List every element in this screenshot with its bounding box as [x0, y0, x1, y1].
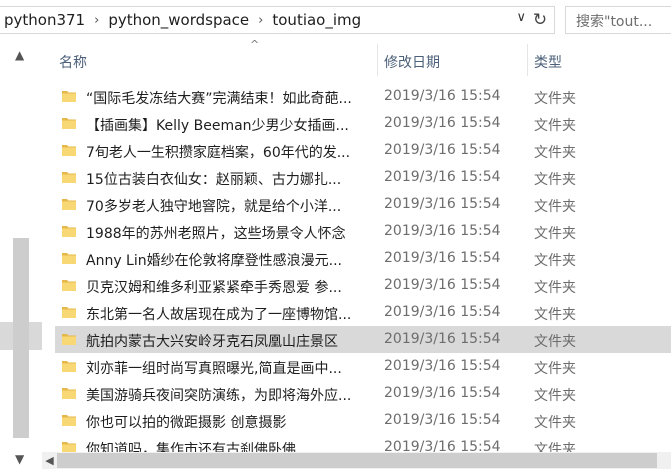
file-type: 文件夹	[534, 415, 576, 431]
folder-icon	[62, 413, 76, 427]
file-row[interactable]: 你也可以拍的微距摄影 创意摄影 2019/3/16 15:54 文件夹	[55, 407, 671, 434]
file-name[interactable]: Anny Lin婚纱在伦敦将摩登性感浪漫元...	[86, 250, 376, 270]
file-modified-date: 2019/3/16 15:54	[384, 439, 501, 453]
file-type: 文件夹	[534, 280, 576, 296]
column-header-type[interactable]: 类型	[534, 52, 562, 72]
file-name[interactable]: 你知道吗，集作市还有古刹佛卧佛	[86, 439, 376, 453]
column-header-date[interactable]: 修改日期	[384, 52, 440, 72]
file-name[interactable]: 1988年的苏州老照片，这些场景令人怀念	[86, 223, 376, 243]
horizontal-scrollbar[interactable]: ◀	[42, 452, 671, 469]
file-modified-date: 2019/3/16 15:54	[384, 277, 501, 293]
file-modified-date: 2019/3/16 15:54	[384, 223, 501, 239]
breadcrumb[interactable]: python371 › python_wordspace › toutiao_i…	[0, 6, 555, 34]
file-modified-date: 2019/3/16 15:54	[384, 250, 501, 266]
folder-icon	[62, 224, 76, 238]
scrollbar-thumb[interactable]	[57, 453, 657, 468]
file-type: 文件夹	[534, 91, 576, 107]
file-name[interactable]: 刘亦菲一组时尚写真照曝光,简直是画中...	[86, 358, 376, 378]
column-header-name[interactable]: 名称	[59, 52, 87, 72]
file-name[interactable]: 航拍内蒙古大兴安岭牙克石凤凰山庄景区	[86, 331, 376, 351]
file-row[interactable]: 美国游骑兵夜间突防演练，为即将海外应... 2019/3/16 15:54 文件夹	[55, 380, 671, 407]
scroll-down-icon[interactable]: ▼	[15, 452, 24, 466]
file-name[interactable]: 【插画集】Kelly Beeman少男少女插画...	[86, 115, 376, 135]
sort-ascending-icon: ^	[250, 38, 260, 51]
file-modified-date: 2019/3/16 15:54	[384, 304, 501, 320]
file-modified-date: 2019/3/16 15:54	[384, 196, 501, 212]
column-divider[interactable]	[527, 44, 528, 76]
column-divider[interactable]	[377, 44, 378, 76]
file-name[interactable]: 美国游骑兵夜间突防演练，为即将海外应...	[86, 385, 376, 405]
file-modified-date: 2019/3/16 15:54	[384, 385, 501, 401]
file-name[interactable]: 东北第一名人故居现在成为了一座博物馆...	[86, 304, 376, 324]
folder-icon	[62, 116, 76, 130]
file-type: 文件夹	[534, 307, 576, 323]
file-type: 文件夹	[534, 334, 576, 350]
folder-icon	[62, 386, 76, 400]
file-row[interactable]: 东北第一名人故居现在成为了一座博物馆... 2019/3/16 15:54 文件夹	[55, 299, 671, 326]
file-modified-date: 2019/3/16 15:54	[384, 358, 501, 374]
file-name[interactable]: 7旬老人一生积攒家庭档案，60年代的发...	[86, 142, 376, 162]
file-type: 文件夹	[534, 442, 576, 453]
file-row[interactable]: Anny Lin婚纱在伦敦将摩登性感浪漫元... 2019/3/16 15:54 文…	[55, 245, 671, 272]
file-type: 文件夹	[534, 199, 576, 215]
folder-icon	[62, 359, 76, 373]
file-type: 文件夹	[534, 145, 576, 161]
file-row[interactable]: 刘亦菲一组时尚写真照曝光,简直是画中... 2019/3/16 15:54 文件夹	[55, 353, 671, 380]
breadcrumb-python371[interactable]: python371	[0, 11, 89, 29]
address-bar: python371 › python_wordspace › toutiao_i…	[0, 0, 671, 40]
folder-icon	[62, 89, 76, 103]
breadcrumb-separator-icon[interactable]: ›	[253, 13, 268, 28]
file-type: 文件夹	[534, 388, 576, 404]
breadcrumb-separator-icon[interactable]: ›	[89, 13, 104, 28]
file-row[interactable]: 【插画集】Kelly Beeman少男少女插画... 2019/3/16 15:5…	[55, 110, 671, 137]
scrollbar-thumb[interactable]	[13, 238, 29, 438]
folder-icon	[62, 278, 76, 292]
file-row[interactable]: 15位古装白衣仙女：赵丽颖、古力娜扎... 2019/3/16 15:54 文件夹	[55, 164, 671, 191]
scroll-left-icon[interactable]: ◀	[42, 452, 57, 469]
file-name[interactable]: 15位古装白衣仙女：赵丽颖、古力娜扎...	[86, 169, 376, 189]
folder-icon	[62, 170, 76, 184]
breadcrumb-toutiao-img[interactable]: toutiao_img	[268, 11, 365, 29]
folder-icon	[62, 332, 76, 346]
file-modified-date: 2019/3/16 15:54	[384, 142, 501, 158]
breadcrumb-python-wordspace[interactable]: python_wordspace	[104, 11, 253, 29]
file-type: 文件夹	[534, 253, 576, 269]
navigation-scrollbar[interactable]: ▲ ▼	[11, 48, 31, 468]
file-name[interactable]: 70多岁老人独守地窨院，就是给个小洋...	[86, 196, 376, 216]
file-modified-date: 2019/3/16 15:54	[384, 331, 501, 347]
file-row[interactable]: “国际毛发冻结大赛”完满结束！如此奇葩... 2019/3/16 15:54 文件夹	[55, 83, 671, 110]
file-modified-date: 2019/3/16 15:54	[384, 115, 501, 131]
file-row[interactable]: 70多岁老人独守地窨院，就是给个小洋... 2019/3/16 15:54 文件夹	[55, 191, 671, 218]
file-type: 文件夹	[534, 172, 576, 188]
scroll-up-icon[interactable]: ▲	[15, 48, 24, 62]
search-input[interactable]: 搜索"tout...	[565, 6, 671, 34]
file-name[interactable]: “国际毛发冻结大赛”完满结束！如此奇葩...	[86, 88, 376, 108]
file-row[interactable]: 1988年的苏州老照片，这些场景令人怀念 2019/3/16 15:54 文件夹	[55, 218, 671, 245]
navigation-pane[interactable]: ▲ ▼	[0, 40, 42, 475]
folder-icon	[62, 197, 76, 211]
file-type: 文件夹	[534, 118, 576, 134]
file-list: “国际毛发冻结大赛”完满结束！如此奇葩... 2019/3/16 15:54 文件夹…	[55, 83, 671, 453]
file-type: 文件夹	[534, 226, 576, 242]
file-row[interactable]: 7旬老人一生积攒家庭档案，60年代的发... 2019/3/16 15:54 文件夹	[55, 137, 671, 164]
file-row[interactable]: 贝克汉姆和维多利亚紧紧牵手秀恩爱 参... 2019/3/16 15:54 文件夹	[55, 272, 671, 299]
file-modified-date: 2019/3/16 15:54	[384, 169, 501, 185]
file-modified-date: 2019/3/16 15:54	[384, 412, 501, 428]
file-row[interactable]: 航拍内蒙古大兴安岭牙克石凤凰山庄景区 2019/3/16 15:54 文件夹	[55, 326, 671, 353]
chevron-down-icon[interactable]: ∨	[516, 10, 526, 25]
column-headers: ^ 名称 修改日期 类型	[42, 38, 671, 80]
file-row[interactable]: 你知道吗，集作市还有古刹佛卧佛 2019/3/16 15:54 文件夹	[55, 434, 671, 453]
file-modified-date: 2019/3/16 15:54	[384, 88, 501, 104]
file-name[interactable]: 你也可以拍的微距摄影 创意摄影	[86, 412, 376, 432]
folder-icon	[62, 143, 76, 157]
refresh-icon[interactable]: ↻	[529, 9, 551, 31]
file-type: 文件夹	[534, 361, 576, 377]
folder-icon	[62, 251, 76, 265]
folder-icon	[62, 305, 76, 319]
file-name[interactable]: 贝克汉姆和维多利亚紧紧牵手秀恩爱 参...	[86, 277, 376, 297]
